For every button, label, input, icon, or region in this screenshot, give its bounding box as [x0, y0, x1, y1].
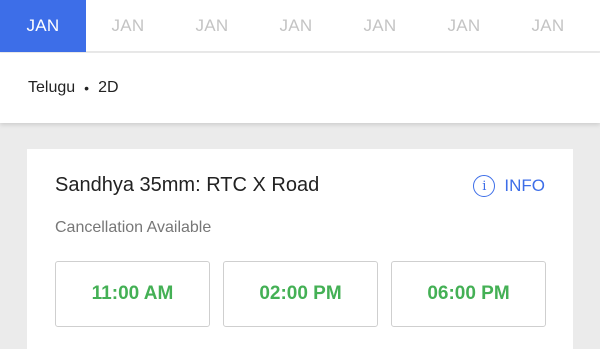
date-tab-4[interactable]: JAN	[254, 0, 338, 52]
format-filter-bar[interactable]: Telugu • 2D	[0, 53, 600, 123]
date-tab-1[interactable]: JAN	[0, 0, 86, 52]
date-tab-3[interactable]: JAN	[170, 0, 254, 52]
cancellation-status: Cancellation Available	[55, 219, 212, 236]
showtime-list: 11:00 AM 02:00 PM 06:00 PM	[55, 261, 559, 327]
info-label: INFO	[504, 176, 545, 195]
showtime-button[interactable]: 02:00 PM	[223, 261, 378, 327]
date-selector: JAN JAN JAN JAN JAN JAN JAN	[0, 0, 600, 52]
info-icon: i	[473, 175, 496, 197]
language-label: Telugu	[28, 79, 76, 96]
showtime-button[interactable]: 06:00 PM	[391, 261, 546, 327]
dimension-label: 2D	[98, 79, 119, 96]
theatre-name: Sandhya 35mm: RTC X Road	[55, 174, 320, 196]
date-tab-7[interactable]: JAN	[506, 0, 590, 52]
theatre-card: Sandhya 35mm: RTC X Road i INFO Cancella…	[27, 149, 573, 349]
info-button[interactable]: i INFO	[473, 175, 545, 197]
date-tab-6[interactable]: JAN	[422, 0, 506, 52]
date-tab-2[interactable]: JAN	[86, 0, 170, 52]
separator-dot: •	[84, 80, 90, 96]
showtime-button[interactable]: 11:00 AM	[55, 261, 210, 327]
date-tab-5[interactable]: JAN	[338, 0, 422, 52]
